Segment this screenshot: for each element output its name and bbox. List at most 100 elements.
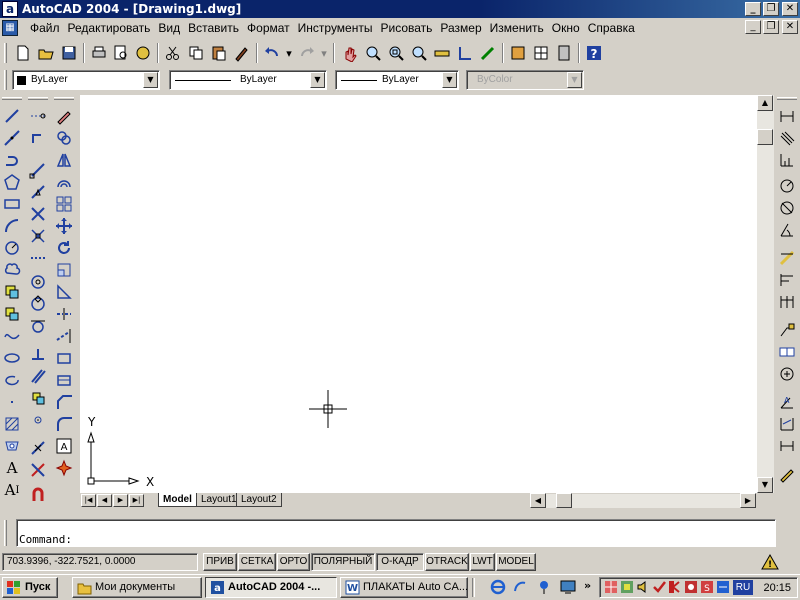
doc-minimize-button[interactable]: _ xyxy=(745,20,761,34)
tab-layout1[interactable]: Layout1 xyxy=(196,493,242,507)
menu-tools[interactable]: Инструменты xyxy=(294,21,377,35)
spline-icon[interactable] xyxy=(1,281,23,303)
markup-icon[interactable] xyxy=(530,42,552,64)
tray-app-icon-2[interactable] xyxy=(620,580,634,594)
menu-file[interactable]: Файл xyxy=(26,21,64,35)
doc-close-button[interactable]: ✕ xyxy=(782,20,798,34)
osnap-settings-icon[interactable] xyxy=(27,483,49,505)
snap-quadrant-icon[interactable] xyxy=(27,293,49,315)
quicklaunch-more-icon[interactable]: » xyxy=(584,579,591,592)
toolbar-grip[interactable] xyxy=(4,43,7,63)
snap-insert-icon[interactable] xyxy=(27,387,49,409)
snap-intersection-icon[interactable] xyxy=(27,203,49,225)
diameter-dimension-icon[interactable] xyxy=(776,197,798,219)
snap-node-icon[interactable] xyxy=(27,409,49,431)
coordinates-display[interactable]: 703.9396, -322.7521, 0.0000 xyxy=(2,553,198,571)
tab-model[interactable]: Model xyxy=(158,493,197,507)
next-tab-icon[interactable]: ▶ xyxy=(113,494,128,507)
vertical-scrollbar[interactable]: ▲ ▼ xyxy=(757,95,774,493)
document-icon[interactable]: ▦ xyxy=(2,20,18,36)
region-icon[interactable] xyxy=(1,435,23,457)
horizontal-scroll-thumb[interactable] xyxy=(556,493,572,508)
menu-dimension[interactable]: Размер xyxy=(436,21,485,35)
start-button[interactable]: Пуск xyxy=(2,577,58,598)
rotate-icon[interactable] xyxy=(53,237,75,259)
menu-format[interactable]: Формат xyxy=(243,21,294,35)
snap-midpoint-icon[interactable] xyxy=(27,181,49,203)
tray-app-icon-4[interactable]: S xyxy=(700,580,714,594)
pan-icon[interactable] xyxy=(339,42,361,64)
hatch-icon[interactable] xyxy=(1,413,23,435)
toggle-lwt[interactable]: LWT xyxy=(470,553,495,571)
toggle-otrack[interactable]: OTRACK xyxy=(425,553,469,571)
text-icon[interactable]: A xyxy=(1,457,23,479)
toggle-osnap[interactable]: О-КАДР xyxy=(376,553,424,571)
save-icon[interactable] xyxy=(58,42,80,64)
task-autocad[interactable]: a AutoCAD 2004 -... xyxy=(205,577,337,598)
tray-app-icon-1[interactable] xyxy=(604,580,618,594)
ellipse-arc-icon[interactable] xyxy=(1,325,23,347)
polygon-icon[interactable] xyxy=(1,171,23,193)
snap-center-icon[interactable] xyxy=(27,271,49,293)
menu-help[interactable]: Справка xyxy=(584,21,639,35)
vertical-scroll-thumb[interactable] xyxy=(757,129,773,145)
scroll-left-icon[interactable]: ◀ xyxy=(530,493,546,508)
mirror-icon[interactable] xyxy=(53,149,75,171)
copy-icon[interactable] xyxy=(185,42,207,64)
drawing-canvas[interactable]: Y X xyxy=(80,95,757,493)
dimension-edit-icon[interactable]: A xyxy=(776,391,798,413)
toggle-polar[interactable]: ПОЛЯРНЫЙ xyxy=(311,553,375,571)
snap-from-icon[interactable] xyxy=(27,127,49,149)
outlook-icon[interactable] xyxy=(512,579,528,595)
undo-dropdown-icon[interactable]: ▾ xyxy=(283,42,295,64)
construction-line-icon[interactable] xyxy=(1,127,23,149)
scroll-up-icon[interactable]: ▲ xyxy=(757,95,773,111)
rectangle-icon[interactable] xyxy=(1,193,23,215)
tray-network-icon[interactable] xyxy=(716,580,730,594)
snap-nearest-icon[interactable] xyxy=(27,437,49,459)
snap-perpendicular-icon[interactable] xyxy=(27,343,49,365)
task-word-doc[interactable]: W ПЛАКАТЫ Auto CA... xyxy=(340,577,468,598)
toolbar-grip[interactable] xyxy=(4,70,7,90)
menu-draw[interactable]: Рисовать xyxy=(376,21,436,35)
new-icon[interactable] xyxy=(12,42,34,64)
snap-endpoint-icon[interactable] xyxy=(27,159,49,181)
trim-icon[interactable] xyxy=(53,303,75,325)
attribute-icon[interactable]: A xyxy=(53,435,75,457)
media-player-icon[interactable] xyxy=(536,579,552,595)
ellipse-icon[interactable] xyxy=(1,303,23,325)
restore-button[interactable]: ❐ xyxy=(763,2,779,16)
match-properties-icon[interactable] xyxy=(231,42,253,64)
break-at-point-icon[interactable] xyxy=(53,347,75,369)
dbconnect-icon[interactable] xyxy=(507,42,529,64)
last-tab-icon[interactable]: ▶| xyxy=(129,494,144,507)
menu-window[interactable]: Окно xyxy=(548,21,584,35)
radius-dimension-icon[interactable] xyxy=(776,175,798,197)
lineweight-dropdown[interactable]: ByLayer ▼ xyxy=(335,70,459,90)
doc-restore-button[interactable]: ❐ xyxy=(763,20,779,34)
continue-dimension-icon[interactable] xyxy=(776,291,798,313)
clock[interactable]: 20:15 xyxy=(763,580,791,596)
line-icon[interactable] xyxy=(1,105,23,127)
chevron-down-icon[interactable]: ▼ xyxy=(143,72,158,88)
plotstyle-dropdown[interactable]: ByColor ▼ xyxy=(466,70,584,90)
explode-icon[interactable] xyxy=(53,457,75,479)
undo-icon[interactable] xyxy=(261,42,283,64)
snap-extension-icon[interactable] xyxy=(27,247,49,269)
ellipse-arc-icon-2[interactable] xyxy=(1,369,23,391)
baseline-dimension-icon[interactable] xyxy=(776,269,798,291)
properties-icon[interactable] xyxy=(431,42,453,64)
aligned-dimension-icon[interactable] xyxy=(776,127,798,149)
polyline-icon[interactable] xyxy=(1,149,23,171)
menu-edit[interactable]: Редактировать xyxy=(64,21,155,35)
help-icon[interactable]: ? xyxy=(583,42,605,64)
tolerance-icon[interactable] xyxy=(776,341,798,363)
offset-icon[interactable] xyxy=(53,171,75,193)
minimize-button[interactable]: _ xyxy=(745,2,761,16)
menu-insert[interactable]: Вставить xyxy=(184,21,243,35)
erase-icon[interactable] xyxy=(53,105,75,127)
fillet-icon[interactable] xyxy=(53,413,75,435)
linetype-dropdown[interactable]: ByLayer ▼ xyxy=(169,70,327,90)
ordinate-dimension-icon[interactable] xyxy=(776,149,798,171)
autocad-app-icon[interactable]: a xyxy=(2,1,18,17)
